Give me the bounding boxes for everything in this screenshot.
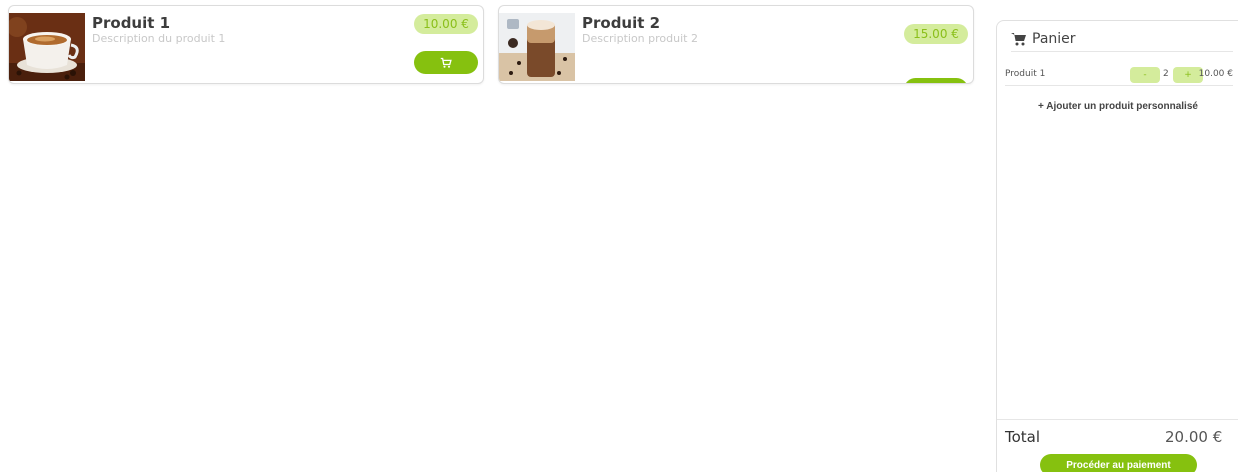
cart-item-name: Produit 1 [1005,69,1046,79]
product-image-iced-coffee [499,13,575,81]
cart-title: Panier [1032,31,1076,47]
cart-icon [930,84,942,85]
decrease-quantity-button[interactable]: - [1130,67,1160,83]
product-price-badge: 10.00 € [414,14,478,34]
product-description: Description du produit 1 [92,32,226,45]
page: Produit 1 Description du produit 1 10.00… [0,0,1238,472]
cart-header: Panier [1011,27,1233,52]
cart-icon [440,57,452,68]
item-quantity: 2 [1163,69,1169,79]
product-title: Produit 2 [582,14,661,32]
total-value: 20.00 € [1165,428,1223,446]
cart-footer: Total 20.00 € Procéder au paiement [997,419,1238,472]
product-image-coffee [9,13,85,81]
product-card-2[interactable]: Produit 2 Description produit 2 15.00 € [498,5,974,84]
shopping-cart-icon [1011,33,1026,46]
cart-panel: Panier Produit 1 - 2 + 10.00 € + Ajouter… [996,20,1238,472]
product-title: Produit 1 [92,14,171,32]
product-price-badge: 15.00 € [904,24,968,44]
add-to-cart-button[interactable] [904,78,968,85]
cart-item-price: 10.00 € [1198,69,1233,79]
product-card-1[interactable]: Produit 1 Description du produit 1 10.00… [8,5,484,84]
add-to-cart-button[interactable] [414,51,478,74]
cart-item: Produit 1 - 2 + 10.00 € [1005,65,1233,86]
checkout-button[interactable]: Procéder au paiement [1040,454,1197,472]
add-custom-product-link[interactable]: + Ajouter un produit personnalisé [997,101,1238,112]
total-label: Total [1005,428,1041,446]
product-description: Description produit 2 [582,32,698,45]
